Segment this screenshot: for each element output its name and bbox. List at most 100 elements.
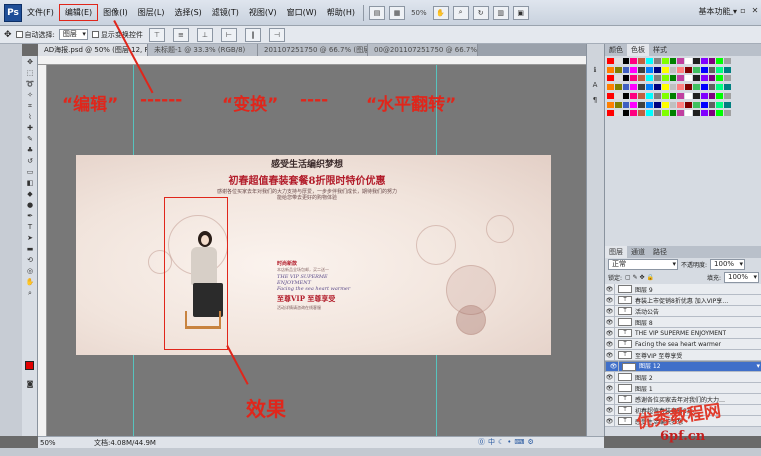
marquee-tool-icon[interactable]: ⬚ bbox=[24, 69, 36, 78]
color-swatch[interactable] bbox=[646, 75, 653, 82]
eye-icon[interactable]: 👁 bbox=[605, 316, 615, 328]
layer-row[interactable]: 👁 图层 1 bbox=[605, 382, 761, 394]
color-swatch[interactable] bbox=[685, 110, 692, 117]
menu-select[interactable]: 选择(S) bbox=[169, 5, 206, 20]
color-swatch[interactable] bbox=[653, 92, 661, 99]
paragraph-icon[interactable]: ¶ bbox=[589, 96, 601, 105]
color-swatch[interactable] bbox=[614, 92, 622, 99]
crop-tool-icon[interactable]: ⌗ bbox=[24, 102, 36, 111]
zoom-select[interactable]: 50% bbox=[411, 9, 427, 17]
layer-row[interactable]: 👁 图层 8 bbox=[605, 316, 761, 328]
color-swatch[interactable] bbox=[677, 92, 685, 99]
layer-row[interactable]: 👁 T 春装上市促销8折优惠 加入VIP享… bbox=[605, 294, 761, 306]
color-swatch[interactable] bbox=[646, 58, 653, 64]
color-swatch[interactable] bbox=[685, 66, 692, 73]
color-swatch[interactable] bbox=[708, 75, 716, 82]
zoom-tool-icon[interactable]: ⌕ bbox=[24, 289, 36, 298]
color-swatch[interactable] bbox=[607, 58, 614, 64]
color-swatch[interactable] bbox=[685, 92, 692, 99]
move-tool-icon[interactable]: ✥ bbox=[4, 30, 12, 40]
auto-select-checkbox[interactable]: 自动选择: bbox=[15, 30, 55, 40]
magic-wand-icon[interactable]: ✧ bbox=[24, 91, 36, 100]
layer-row[interactable]: 👁 T Facing the sea heart warmer bbox=[605, 338, 761, 350]
color-swatch[interactable] bbox=[724, 92, 731, 99]
path-select-icon[interactable]: ➤ bbox=[24, 234, 36, 243]
color-swatch[interactable] bbox=[724, 58, 731, 64]
lock-icons[interactable]: ▢ ✎ ✥ 🔒 bbox=[625, 274, 654, 281]
eye-icon[interactable]: 👁 bbox=[605, 349, 615, 361]
dodge-tool-icon[interactable]: ● bbox=[24, 201, 36, 210]
foreground-color[interactable] bbox=[25, 361, 34, 370]
color-swatch[interactable] bbox=[685, 75, 692, 82]
layer-row[interactable]: 👁 T 活动公告 bbox=[605, 305, 761, 317]
color-swatch[interactable] bbox=[724, 101, 731, 108]
grid-icon[interactable]: ▥ bbox=[492, 5, 509, 20]
eye-icon[interactable]: 👁 bbox=[605, 382, 615, 394]
color-swatch[interactable] bbox=[716, 66, 724, 73]
color-swatch[interactable] bbox=[630, 84, 638, 91]
color-swatch[interactable] bbox=[669, 75, 677, 82]
color-swatch[interactable] bbox=[622, 58, 630, 64]
layer-row[interactable]: 👁 图层 2 bbox=[605, 371, 761, 383]
color-swatch[interactable] bbox=[661, 75, 669, 82]
menu-edit[interactable]: 编辑(E) bbox=[58, 4, 99, 21]
hand-tool-icon[interactable]: ✋ bbox=[24, 278, 36, 287]
color-swatch[interactable] bbox=[614, 110, 622, 117]
color-swatch[interactable] bbox=[638, 110, 646, 117]
menu-view[interactable]: 视图(V) bbox=[244, 5, 282, 20]
color-swatch[interactable] bbox=[661, 66, 669, 73]
dot-icon[interactable]: • bbox=[507, 438, 511, 446]
color-swatch[interactable] bbox=[724, 84, 731, 91]
color-swatch[interactable] bbox=[708, 58, 716, 64]
ime-icon[interactable]: ⓪ bbox=[478, 437, 485, 447]
color-swatch[interactable] bbox=[708, 84, 716, 91]
info-icon[interactable]: ℹ bbox=[589, 66, 601, 75]
tab-channels[interactable]: 通道 bbox=[627, 246, 649, 258]
blur-tool-icon[interactable]: ◆ bbox=[24, 190, 36, 199]
layer-row[interactable]: 👁 图层 9 bbox=[605, 283, 761, 295]
color-swatch[interactable] bbox=[646, 92, 653, 99]
color-swatch[interactable] bbox=[669, 110, 677, 117]
shape-tool-icon[interactable]: ▬ bbox=[24, 245, 36, 254]
color-swatch[interactable] bbox=[685, 84, 692, 91]
color-swatch[interactable] bbox=[708, 92, 716, 99]
align-center-icon[interactable]: ‖ bbox=[244, 27, 261, 42]
color-swatch[interactable] bbox=[630, 101, 638, 108]
eye-icon[interactable]: 👁 bbox=[605, 415, 615, 427]
menu-help[interactable]: 帮助(H) bbox=[322, 5, 360, 20]
restore-icon[interactable]: ▫ bbox=[738, 6, 748, 16]
align-left-icon[interactable]: ⊢ bbox=[220, 27, 237, 42]
color-swatch[interactable] bbox=[638, 84, 646, 91]
eye-icon[interactable]: 👁 bbox=[605, 371, 615, 383]
close-icon[interactable]: ✕ bbox=[750, 6, 760, 16]
color-swatch[interactable] bbox=[607, 110, 614, 117]
color-swatch[interactable] bbox=[708, 101, 716, 108]
color-swatch[interactable] bbox=[630, 92, 638, 99]
color-swatch[interactable] bbox=[669, 92, 677, 99]
color-swatch[interactable] bbox=[677, 75, 685, 82]
color-swatch[interactable] bbox=[692, 101, 700, 108]
layer-row[interactable]: 👁 T 至尊VIP 至尊享受 bbox=[605, 349, 761, 361]
keyboard-icon[interactable]: ⌨ bbox=[514, 438, 524, 446]
color-swatch[interactable] bbox=[607, 75, 614, 82]
color-swatch[interactable] bbox=[724, 110, 731, 117]
canvas-area[interactable]: 感受生活编织梦想 初春超值春装套餐8折限时特价优惠 感谢各位买家去年对我们的大力… bbox=[47, 65, 586, 436]
color-swatch[interactable] bbox=[685, 101, 692, 108]
color-swatch[interactable] bbox=[692, 58, 700, 64]
color-swatch[interactable] bbox=[700, 84, 708, 91]
color-swatch[interactable] bbox=[677, 58, 685, 64]
color-swatch[interactable] bbox=[700, 110, 708, 117]
color-swatch[interactable] bbox=[724, 75, 731, 82]
color-swatch[interactable] bbox=[685, 58, 692, 64]
color-swatch[interactable] bbox=[646, 66, 653, 73]
show-transform-checkbox[interactable]: 显示变换控件 bbox=[91, 30, 143, 40]
color-swatch[interactable] bbox=[692, 110, 700, 117]
color-swatch[interactable] bbox=[653, 66, 661, 73]
tab-paths[interactable]: 路径 bbox=[649, 246, 671, 258]
screen-mode-icon[interactable]: ▣ bbox=[512, 5, 529, 20]
color-swatch[interactable] bbox=[700, 101, 708, 108]
quick-mask-icon[interactable]: ◙ bbox=[24, 380, 36, 389]
color-swatch[interactable] bbox=[630, 58, 638, 64]
minimize-icon[interactable]: _ bbox=[726, 6, 736, 16]
color-swatch[interactable] bbox=[677, 66, 685, 73]
